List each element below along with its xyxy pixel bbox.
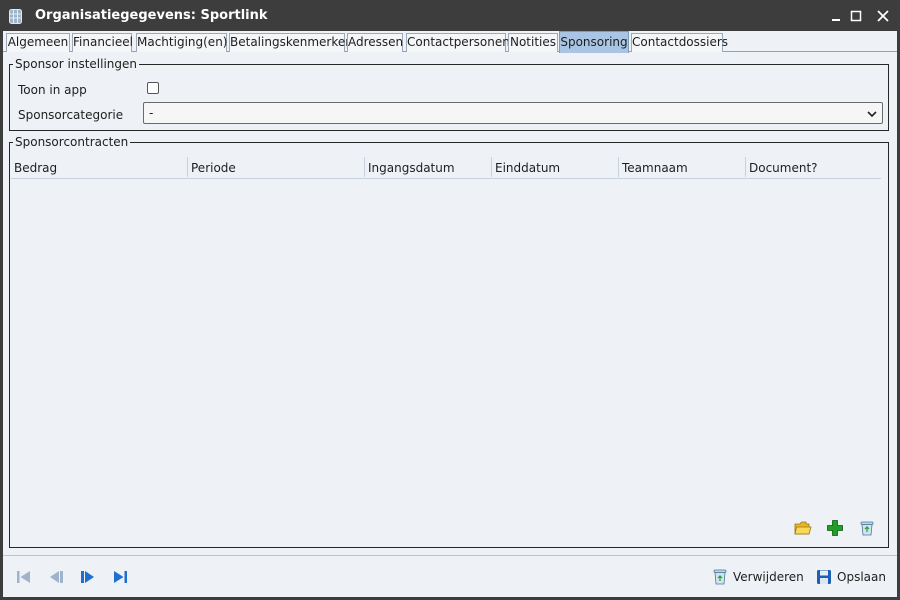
sponsor-contracts-legend: Sponsorcontracten [13, 135, 131, 149]
previous-record-button[interactable] [47, 568, 65, 586]
floppy-disk-icon [817, 570, 831, 584]
column-header-bedrag[interactable]: Bedrag [11, 156, 186, 178]
column-header-einddatum[interactable]: Einddatum [492, 156, 617, 178]
save-button-label: Opslaan [837, 570, 886, 584]
tab-financieel[interactable]: Financieel [72, 33, 133, 52]
dialog-content: Algemeen Financieel Machtiging(en) Betal… [3, 31, 897, 597]
first-record-button[interactable] [15, 568, 33, 586]
chevron-down-icon [867, 111, 877, 118]
tab-adressen[interactable]: Adressen [347, 33, 403, 52]
close-icon [877, 10, 889, 22]
sponsor-category-select[interactable]: - [143, 102, 883, 124]
delete-button-label: Verwijderen [733, 570, 804, 584]
window-title: Organisatiegegevens: Sportlink [35, 8, 268, 23]
minimize-button[interactable] [826, 6, 846, 26]
recycle-bin-icon [860, 521, 874, 536]
tab-contactpersonen[interactable]: Contactpersonen [406, 33, 510, 52]
folder-icon [794, 521, 812, 535]
maximize-button[interactable] [846, 6, 866, 26]
delete-button[interactable]: Verwijderen [712, 568, 804, 588]
database-icon [9, 9, 22, 24]
maximize-icon [850, 10, 862, 22]
next-record-icon [81, 571, 94, 583]
sponsor-category-value: - [149, 106, 154, 120]
column-header-periode[interactable]: Periode [188, 156, 363, 178]
tab-bar: Algemeen Financieel Machtiging(en) Betal… [3, 31, 897, 53]
tab-algemeen[interactable]: Algemeen [6, 33, 70, 52]
show-in-app-label: Toon in app [18, 83, 87, 97]
save-button[interactable]: Opslaan [816, 568, 886, 588]
sponsor-category-label: Sponsorcategorie [18, 108, 124, 122]
tab-contactdossiers[interactable]: Contactdossiers [631, 33, 728, 52]
column-header-ingangsdatum[interactable]: Ingangsdatum [365, 156, 490, 178]
title-bar[interactable]: Organisatiegegevens: Sportlink [0, 0, 900, 32]
recycle-bin-icon [713, 569, 727, 585]
tab-machtigingen[interactable]: Machtiging(en) [136, 33, 227, 52]
column-header-teamnaam[interactable]: Teamnaam [619, 156, 744, 178]
add-contract-button[interactable] [826, 519, 844, 537]
tab-betalingskenmerken[interactable]: Betalingskenmerken [229, 33, 353, 52]
next-record-button[interactable] [79, 568, 97, 586]
bottom-toolbar: Verwijderen Opslaan [3, 555, 897, 597]
contracts-grid-header: Bedrag Periode Ingangsdatum Einddatum Te… [11, 156, 881, 179]
column-header-document[interactable]: Document? [746, 156, 876, 178]
show-in-app-checkbox[interactable] [147, 82, 159, 94]
tab-sponsoring[interactable]: Sponsoring [559, 31, 629, 53]
sponsor-settings-group: Sponsor instellingen Toon in app Sponsor… [9, 57, 889, 131]
contracts-grid-body[interactable] [11, 179, 881, 509]
application-window: Organisatiegegevens: Sportlink Algemeen … [0, 0, 900, 600]
last-record-icon [114, 571, 127, 583]
minimize-icon [832, 19, 840, 21]
previous-record-icon [50, 571, 63, 583]
close-button[interactable] [873, 6, 893, 26]
plus-icon [827, 520, 843, 536]
delete-contract-button[interactable] [858, 519, 876, 537]
open-contract-button[interactable] [794, 519, 812, 537]
tab-notities[interactable]: Notities [508, 33, 558, 52]
first-record-icon [17, 571, 30, 583]
sponsor-settings-legend: Sponsor instellingen [13, 57, 140, 71]
last-record-button[interactable] [111, 568, 129, 586]
